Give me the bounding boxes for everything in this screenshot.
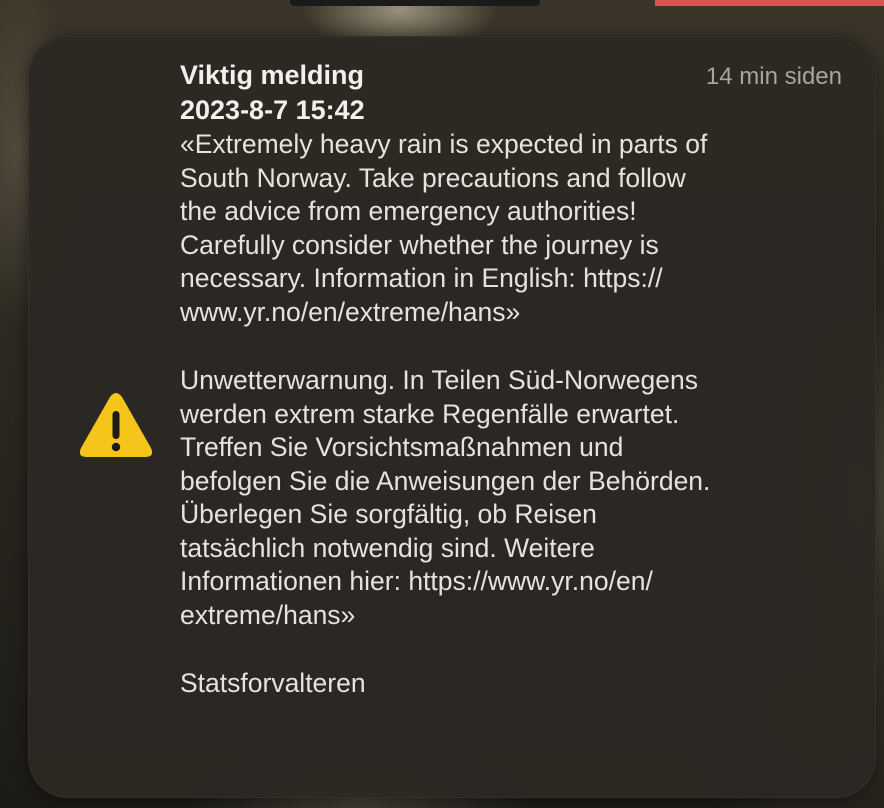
status-bar-fragment [290, 0, 540, 6]
notification-time-ago: 14 min siden [705, 63, 842, 90]
notification-date: 2023-8-7 15:42 [180, 95, 365, 125]
notification-content: Viktig melding 14 min siden 2023-8-7 15:… [180, 58, 842, 701]
emergency-alert-notification[interactable]: Viktig melding 14 min siden 2023-8-7 15:… [28, 36, 876, 798]
notification-header: Viktig melding 14 min siden [180, 58, 842, 94]
message-english: «Extremely heavy rain is expected in par… [180, 129, 708, 327]
notification-sender: Statsforvalteren [180, 668, 366, 698]
notification-title: Viktig melding [180, 60, 365, 90]
warning-triangle-icon [79, 393, 153, 457]
message-german: Unwetterwarnung. In Teilen Süd-Norwegens… [180, 365, 711, 630]
status-bar-fragment [655, 0, 884, 6]
